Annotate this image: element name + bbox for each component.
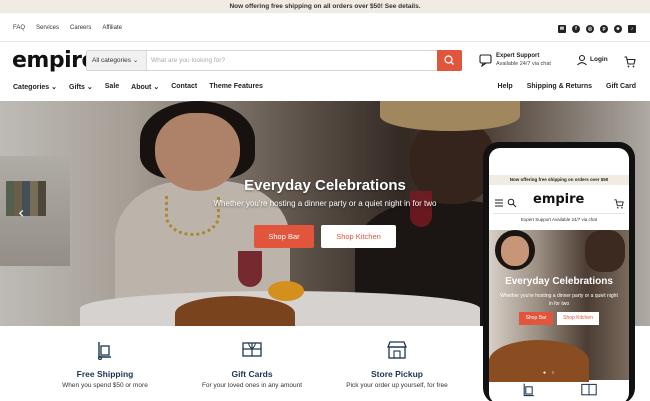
search-icon bbox=[444, 55, 454, 65]
roast-turkey bbox=[489, 340, 589, 382]
utility-link-services[interactable]: Services bbox=[36, 25, 59, 31]
gift-card-icon bbox=[242, 342, 262, 357]
feature-title: Store Pickup bbox=[371, 369, 423, 379]
nav-secondary: Help Shipping & Returns Gift Card bbox=[498, 83, 636, 90]
chevron-down-icon: ⌄ bbox=[151, 84, 160, 91]
support-title: Expert Support bbox=[496, 53, 540, 59]
shop-bar-button[interactable]: Shop Bar bbox=[254, 225, 314, 248]
email-icon[interactable]: ✉ bbox=[558, 25, 566, 33]
mobile-support[interactable]: Expert Support Available 24/7 via chat bbox=[489, 217, 629, 222]
mobile-screen: Now offering free shipping on orders ove… bbox=[489, 148, 629, 401]
instagram-icon[interactable]: ◎ bbox=[586, 25, 594, 33]
nav-item-gifts[interactable]: Gifts ⌄ bbox=[69, 83, 93, 91]
category-select[interactable]: All categories ⌄ bbox=[87, 51, 147, 70]
nav-primary: Categories ⌄ Gifts ⌄ Sale About ⌄ Contac… bbox=[13, 83, 263, 91]
gift-card-icon bbox=[581, 383, 597, 396]
divider bbox=[0, 41, 650, 42]
nav-item-categories[interactable]: Categories ⌄ bbox=[13, 83, 57, 91]
mobile-announcement[interactable]: Now offering free shipping on orders ove… bbox=[489, 175, 629, 185]
nav-label-categories: Categories bbox=[13, 84, 50, 91]
mobile-hero: Everyday Celebrations Whether you're hos… bbox=[489, 230, 629, 382]
chevron-down-icon: ⌄ bbox=[49, 84, 57, 91]
face bbox=[501, 236, 529, 266]
feature-title: Gift Cards bbox=[231, 369, 273, 379]
utility-link-faq[interactable]: FAQ bbox=[13, 25, 25, 31]
mobile-logo[interactable]: empire bbox=[533, 192, 584, 207]
social-links: ✉ f ◎ p ☻ ♪ bbox=[558, 25, 636, 33]
utility-links: FAQ Services Careers Affiliate bbox=[13, 25, 122, 31]
storefront-icon bbox=[387, 341, 407, 359]
slider-dots[interactable]: ● ○ bbox=[543, 370, 556, 376]
tiktok-icon[interactable]: ♪ bbox=[628, 25, 636, 33]
search-icon[interactable] bbox=[507, 198, 517, 208]
feature-description: For your loved ones in any amount bbox=[201, 382, 303, 389]
nav-label-gifts: Gifts bbox=[69, 84, 85, 91]
mobile-shop-bar-button[interactable]: Shop Bar bbox=[519, 312, 553, 325]
login-label: Login bbox=[590, 56, 608, 63]
feature-description: Pick your order up yourself, for free bbox=[346, 382, 448, 389]
search-input[interactable]: What are you looking for? bbox=[151, 51, 225, 70]
logo[interactable]: empire bbox=[12, 48, 96, 73]
search-button[interactable] bbox=[437, 50, 462, 71]
dolly-icon bbox=[97, 342, 111, 361]
pinterest-icon[interactable]: p bbox=[600, 25, 608, 33]
nav-item-theme-features[interactable]: Theme Features bbox=[209, 83, 263, 91]
cart-icon[interactable] bbox=[614, 199, 624, 209]
mobile-hero-title: Everyday Celebrations bbox=[505, 276, 613, 287]
feature-title: Free Shipping bbox=[76, 369, 134, 379]
nav-item-sale[interactable]: Sale bbox=[105, 83, 119, 91]
search-bar: All categories ⌄ What are you looking fo… bbox=[86, 50, 462, 71]
shop-kitchen-button[interactable]: Shop Kitchen bbox=[321, 225, 396, 248]
utility-link-careers[interactable]: Careers bbox=[70, 25, 91, 31]
facebook-icon[interactable]: f bbox=[572, 25, 580, 33]
feature-free-shipping[interactable]: Free Shipping When you spend $50 or more bbox=[30, 340, 180, 389]
utility-link-affiliate[interactable]: Affiliate bbox=[102, 25, 122, 31]
category-select-label: All categories bbox=[92, 57, 132, 64]
feature-store-pickup[interactable]: Store Pickup Pick your order up yourself… bbox=[322, 340, 472, 389]
divider bbox=[493, 213, 625, 214]
nav-label-about: About bbox=[131, 84, 152, 91]
announcement-text[interactable]: Now offering free shipping on all orders… bbox=[229, 3, 420, 10]
mobile-shop-kitchen-button[interactable]: Shop Kitchen bbox=[557, 312, 599, 325]
mobile-preview: Now offering free shipping on orders ove… bbox=[483, 142, 635, 401]
expert-support[interactable]: Expert Support Available 24/7 via chat bbox=[479, 51, 564, 71]
chevron-down-icon: ⌄ bbox=[84, 84, 93, 91]
snapchat-icon[interactable]: ☻ bbox=[614, 25, 622, 33]
utility-bar: FAQ Services Careers Affiliate ✉ f ◎ p ☻… bbox=[0, 20, 650, 40]
cart-icon bbox=[624, 56, 636, 68]
main-nav: Categories ⌄ Gifts ⌄ Sale About ⌄ Contac… bbox=[0, 82, 650, 96]
nav-item-gift-card[interactable]: Gift Card bbox=[606, 83, 636, 90]
user-icon bbox=[577, 54, 587, 66]
announcement-bar[interactable]: Now offering free shipping on all orders… bbox=[0, 0, 650, 13]
man-figure bbox=[585, 230, 625, 272]
cart-button[interactable] bbox=[624, 55, 636, 73]
nav-item-help[interactable]: Help bbox=[498, 83, 513, 90]
nav-item-shipping-returns[interactable]: Shipping & Returns bbox=[527, 83, 592, 90]
feature-description: When you spend $50 or more bbox=[62, 382, 148, 389]
dolly-icon bbox=[523, 383, 534, 397]
mobile-hero-subtitle: Whether you're hosting a dinner party or… bbox=[500, 293, 618, 307]
chat-icon bbox=[479, 54, 492, 67]
feature-gift-cards[interactable]: Gift Cards For your loved ones in any am… bbox=[177, 340, 327, 389]
menu-icon[interactable] bbox=[494, 198, 504, 208]
nav-item-about[interactable]: About ⌄ bbox=[131, 83, 159, 91]
chevron-down-icon: ⌄ bbox=[132, 57, 139, 64]
nav-item-contact[interactable]: Contact bbox=[171, 83, 197, 91]
support-subtitle: Available 24/7 via chat bbox=[496, 61, 551, 67]
